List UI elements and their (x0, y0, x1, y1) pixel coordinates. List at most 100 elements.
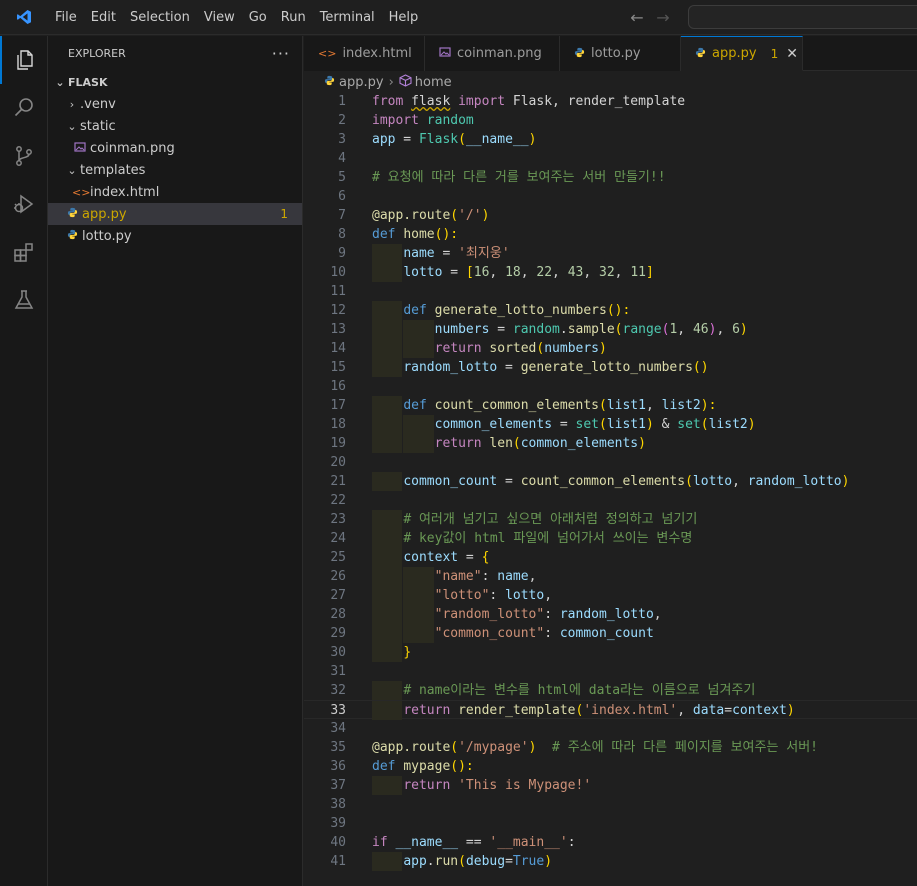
tree-item-venv[interactable]: › .venv (48, 93, 302, 115)
close-tab-icon[interactable]: ✕ (786, 46, 798, 62)
code-line[interactable]: 15 random_lotto = generate_lotto_numbers… (304, 358, 917, 377)
breadcrumb-file[interactable]: app.py (339, 75, 384, 90)
code-line[interactable]: 16 (304, 377, 917, 396)
code-line[interactable]: 2 import random (304, 111, 917, 130)
forward-arrow-icon[interactable]: → (654, 8, 672, 27)
code-text: random_lotto = generate_lotto_numbers() (372, 358, 708, 377)
code-token: = (505, 854, 513, 869)
code-token: Flask, render_template (505, 94, 686, 109)
run-debug-icon[interactable] (0, 180, 48, 228)
code-line[interactable]: 31 (304, 662, 917, 681)
code-line[interactable]: 10 lotto = [16, 18, 22, 43, 32, 11] (304, 263, 917, 282)
code-line[interactable]: 40 if __name__ == '__main__': (304, 833, 917, 852)
code-line[interactable]: 26 "name": name, (304, 567, 917, 586)
search-icon[interactable] (0, 84, 48, 132)
code-line[interactable]: 36 def mypage(): (304, 757, 917, 776)
code-line[interactable]: 20 (304, 453, 917, 472)
code-line[interactable]: 38 (304, 795, 917, 814)
line-number: 24 (330, 531, 346, 546)
tree-item-lotto-py[interactable]: lotto.py (48, 225, 302, 247)
back-arrow-icon[interactable]: ← (628, 8, 646, 27)
tree-root-folder[interactable]: ⌄ FLASK (48, 71, 302, 93)
menu-item-selection[interactable]: Selection (123, 0, 197, 35)
breadcrumb-symbol[interactable]: home (415, 75, 452, 90)
code-line[interactable]: 14 return sorted(numbers) (304, 339, 917, 358)
line-number: 7 (338, 208, 346, 223)
code-line[interactable]: 34 (304, 719, 917, 738)
code-line[interactable]: 6 (304, 187, 917, 206)
code-line[interactable]: 33 return render_template('index.html', … (304, 700, 917, 720)
tab-lotto-py[interactable]: lotto.py (560, 36, 681, 71)
menu-item-view[interactable]: View (197, 0, 242, 35)
root-folder-label: FLASK (68, 75, 108, 89)
code-line[interactable]: 27 "lotto": lotto, (304, 586, 917, 605)
tab-index-html[interactable]: <> index.html (304, 36, 425, 71)
line-number: 6 (338, 189, 346, 204)
tree-item-coinman-png[interactable]: coinman.png (48, 137, 302, 159)
tree-item-templates[interactable]: ⌄ templates (48, 159, 302, 181)
code-line[interactable]: 3 app = Flask(__name__) (304, 130, 917, 149)
code-line[interactable]: 23 # 여러개 넘기고 싶으면 아래처럼 정의하고 넘기기 (304, 510, 917, 529)
code-line[interactable]: 22 (304, 491, 917, 510)
code-token: (): (606, 303, 631, 318)
testing-flask-icon[interactable] (0, 276, 48, 324)
python-file-icon (64, 229, 80, 243)
code-line[interactable]: 1 from flask import Flask, render_templat… (304, 92, 917, 111)
code-line[interactable]: 39 (304, 814, 917, 833)
code-line[interactable]: 41 app.run(debug=True) (304, 852, 917, 871)
code-token: , (552, 265, 568, 280)
menu-item-terminal[interactable]: Terminal (313, 0, 382, 35)
menu-item-run[interactable]: Run (274, 0, 313, 35)
extensions-icon[interactable] (0, 228, 48, 276)
code-token: __name__ (465, 132, 529, 147)
code-line[interactable]: 9 name = '최지웅' (304, 244, 917, 263)
command-center-search[interactable] (688, 5, 917, 29)
explorer-sidebar: EXPLORER ··· ⌄ FLASK › .venv ⌄ static co… (48, 36, 303, 886)
code-line[interactable]: 24 # key값이 html 파일에 넘어가서 쓰이는 변수명 (304, 529, 917, 548)
code-line[interactable]: 37 return 'This is Mypage!' (304, 776, 917, 795)
menu-item-edit[interactable]: Edit (84, 0, 123, 35)
code-line[interactable]: 11 (304, 282, 917, 301)
code-line[interactable]: 4 (304, 149, 917, 168)
code-token: ( (599, 398, 607, 413)
code-line[interactable]: 35 @app.route('/mypage') # 주소에 따라 다른 페이지를… (304, 738, 917, 757)
code-line[interactable]: 30 } (304, 643, 917, 662)
problem-count-badge: 1 (280, 207, 288, 221)
line-number: 5 (338, 170, 346, 185)
explorer-files-icon[interactable] (0, 36, 48, 84)
code-line[interactable]: 21 common_count = count_common_elements(… (304, 472, 917, 491)
code-line[interactable]: 17 def count_common_elements(list1, list… (304, 396, 917, 415)
code-line[interactable]: 5 # 요청에 따라 다른 거를 보여주는 서버 만들기!! (304, 168, 917, 187)
code-line[interactable]: 12 def generate_lotto_numbers(): (304, 301, 917, 320)
tree-item-label: templates (80, 162, 146, 178)
menu-item-go[interactable]: Go (242, 0, 274, 35)
tree-item-static[interactable]: ⌄ static (48, 115, 302, 137)
code-line[interactable]: 28 "random_lotto": random_lotto, (304, 605, 917, 624)
code-line[interactable]: 8 def home(): (304, 225, 917, 244)
code-line[interactable]: 18 common_elements = set(list1) & set(li… (304, 415, 917, 434)
code-line[interactable]: 13 numbers = random.sample(range(1, 46),… (304, 320, 917, 339)
code-text: "random_lotto": random_lotto, (372, 605, 662, 624)
code-text: common_count = count_common_elements(lot… (372, 472, 849, 491)
tab-app-py[interactable]: app.py 1 ✕ (681, 36, 803, 71)
line-number: 28 (330, 607, 346, 622)
source-control-icon[interactable] (0, 132, 48, 180)
code-line[interactable]: 29 "common_count": common_count (304, 624, 917, 643)
menu-item-help[interactable]: Help (382, 0, 426, 35)
tree-item-index-html[interactable]: <> index.html (48, 181, 302, 203)
tree-item-app-py[interactable]: app.py 1 (48, 203, 302, 225)
code-text: return len(common_elements) (372, 434, 646, 453)
code-line[interactable]: 25 context = { (304, 548, 917, 567)
code-line[interactable]: 32 # name이라는 변수를 html에 data라는 이름으로 넘겨주기 (304, 681, 917, 700)
code-editor[interactable]: 1 from flask import Flask, render_templat… (304, 92, 917, 886)
code-text: lotto = [16, 18, 22, 43, 32, 11] (372, 263, 654, 282)
code-token: , (489, 265, 506, 280)
code-line[interactable]: 19 return len(common_elements) (304, 434, 917, 453)
code-token: 22 (536, 265, 553, 280)
menu-item-file[interactable]: File (48, 0, 84, 35)
tab-coinman-png[interactable]: coinman.png (425, 36, 560, 71)
more-actions-icon[interactable]: ··· (272, 44, 290, 63)
code-line[interactable]: 7 @app.route('/') (304, 206, 917, 225)
